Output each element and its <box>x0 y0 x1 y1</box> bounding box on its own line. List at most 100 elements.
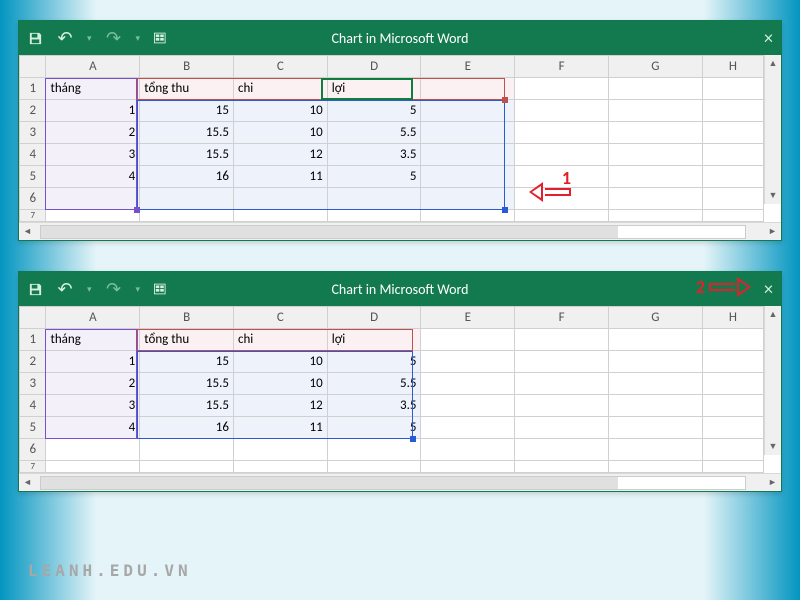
cell[interactable]: 10 <box>233 373 327 395</box>
row-header[interactable]: 5 <box>20 166 46 188</box>
cell[interactable] <box>140 210 234 222</box>
cell[interactable] <box>515 329 609 351</box>
cell[interactable]: 15.5 <box>140 144 234 166</box>
horizontal-scrollbar[interactable]: ◄ ► <box>19 473 781 491</box>
cell[interactable]: lợi <box>327 78 421 100</box>
cell[interactable] <box>608 417 702 439</box>
row-header[interactable]: 6 <box>20 188 46 210</box>
cell[interactable]: 5 <box>327 417 421 439</box>
col-header[interactable]: C <box>233 56 327 78</box>
cell[interactable] <box>46 439 140 461</box>
cell[interactable] <box>421 395 515 417</box>
scroll-track[interactable] <box>40 476 746 490</box>
col-header[interactable]: G <box>608 56 702 78</box>
cell[interactable] <box>46 188 140 210</box>
cell[interactable] <box>233 439 327 461</box>
cell[interactable] <box>515 373 609 395</box>
cell[interactable] <box>515 417 609 439</box>
cell[interactable]: 15.5 <box>140 373 234 395</box>
cell[interactable] <box>608 78 702 100</box>
cell[interactable] <box>421 329 515 351</box>
cell[interactable]: 4 <box>46 417 140 439</box>
scroll-left-icon[interactable]: ◄ <box>19 223 36 240</box>
horizontal-scrollbar[interactable]: ◄ ► <box>19 222 781 240</box>
scroll-track[interactable] <box>40 225 746 239</box>
range-handle[interactable] <box>134 207 140 213</box>
cell[interactable] <box>327 210 421 222</box>
col-header[interactable]: H <box>702 56 763 78</box>
cell[interactable]: 2 <box>46 373 140 395</box>
cell[interactable] <box>702 461 763 473</box>
range-handle[interactable] <box>502 207 508 213</box>
cell[interactable] <box>702 100 763 122</box>
table-row[interactable]: 4 3 15.5 12 3.5 <box>20 395 764 417</box>
cell[interactable]: 15.5 <box>140 395 234 417</box>
cell[interactable]: 15 <box>140 100 234 122</box>
cell[interactable] <box>702 210 763 222</box>
cell[interactable] <box>608 439 702 461</box>
table-row[interactable]: 3 2 15.5 10 5.5 <box>20 122 764 144</box>
col-header[interactable]: E <box>421 56 515 78</box>
cell[interactable] <box>702 329 763 351</box>
cell[interactable]: 16 <box>140 417 234 439</box>
cell[interactable]: 2 <box>46 122 140 144</box>
cell[interactable] <box>421 78 515 100</box>
cell[interactable]: tháng <box>46 78 140 100</box>
cell[interactable] <box>327 461 421 473</box>
row-header[interactable]: 1 <box>20 78 46 100</box>
table-row[interactable]: 5 4 16 11 5 <box>20 166 764 188</box>
cell[interactable] <box>421 100 515 122</box>
range-handle[interactable] <box>502 97 508 103</box>
col-header[interactable]: A <box>46 56 140 78</box>
table-row[interactable]: 3 2 15.5 10 5.5 <box>20 373 764 395</box>
cell[interactable]: 5.5 <box>327 122 421 144</box>
cell[interactable]: 16 <box>140 166 234 188</box>
cell[interactable] <box>515 122 609 144</box>
redo-icon[interactable]: ↷ <box>106 30 122 46</box>
cell[interactable]: 15 <box>140 351 234 373</box>
cell[interactable] <box>608 395 702 417</box>
cell[interactable]: 10 <box>233 100 327 122</box>
col-header[interactable]: A <box>46 307 140 329</box>
cell[interactable]: 12 <box>233 144 327 166</box>
row-header[interactable]: 1 <box>20 329 46 351</box>
cell[interactable]: 11 <box>233 417 327 439</box>
spreadsheet-grid-bottom[interactable]: A B C D E F G H 1 tháng tổng thu chi lợi… <box>19 306 781 473</box>
col-header[interactable]: E <box>421 307 515 329</box>
cell[interactable]: tổng thu <box>140 78 234 100</box>
col-header[interactable]: G <box>608 307 702 329</box>
cell[interactable] <box>515 144 609 166</box>
cell[interactable]: 5 <box>327 351 421 373</box>
row-header[interactable]: 3 <box>20 373 46 395</box>
cell[interactable] <box>421 122 515 144</box>
cell[interactable] <box>140 188 234 210</box>
cell[interactable] <box>702 439 763 461</box>
cell[interactable]: 4 <box>46 166 140 188</box>
cell[interactable]: chi <box>233 329 327 351</box>
col-header[interactable]: F <box>515 56 609 78</box>
table-row[interactable]: 4 3 15.5 12 3.5 <box>20 144 764 166</box>
scroll-up-icon[interactable]: ▲ <box>765 306 781 323</box>
spreadsheet-grid-top[interactable]: A B C D E F G H 1 tháng tổng thu chi lợi… <box>19 55 781 222</box>
row-header[interactable]: 2 <box>20 100 46 122</box>
cell[interactable] <box>702 417 763 439</box>
table-row[interactable]: 7 <box>20 461 764 473</box>
cell[interactable] <box>608 188 702 210</box>
cell[interactable] <box>702 188 763 210</box>
col-header[interactable]: F <box>515 307 609 329</box>
cell[interactable] <box>515 78 609 100</box>
cell[interactable] <box>421 210 515 222</box>
cell[interactable] <box>608 373 702 395</box>
edit-data-icon[interactable] <box>154 281 170 297</box>
cell[interactable] <box>515 395 609 417</box>
table-row[interactable]: 7 <box>20 210 764 222</box>
cell[interactable] <box>46 461 140 473</box>
cell[interactable] <box>421 373 515 395</box>
undo-dropdown-icon[interactable]: ▾ <box>87 284 92 295</box>
table-row[interactable]: 1 tháng tổng thu chi lợi <box>20 78 764 100</box>
row-header[interactable]: 5 <box>20 417 46 439</box>
cell[interactable]: 3 <box>46 395 140 417</box>
redo-icon[interactable]: ↷ <box>106 281 122 297</box>
row-header[interactable]: 4 <box>20 144 46 166</box>
cell[interactable] <box>702 78 763 100</box>
